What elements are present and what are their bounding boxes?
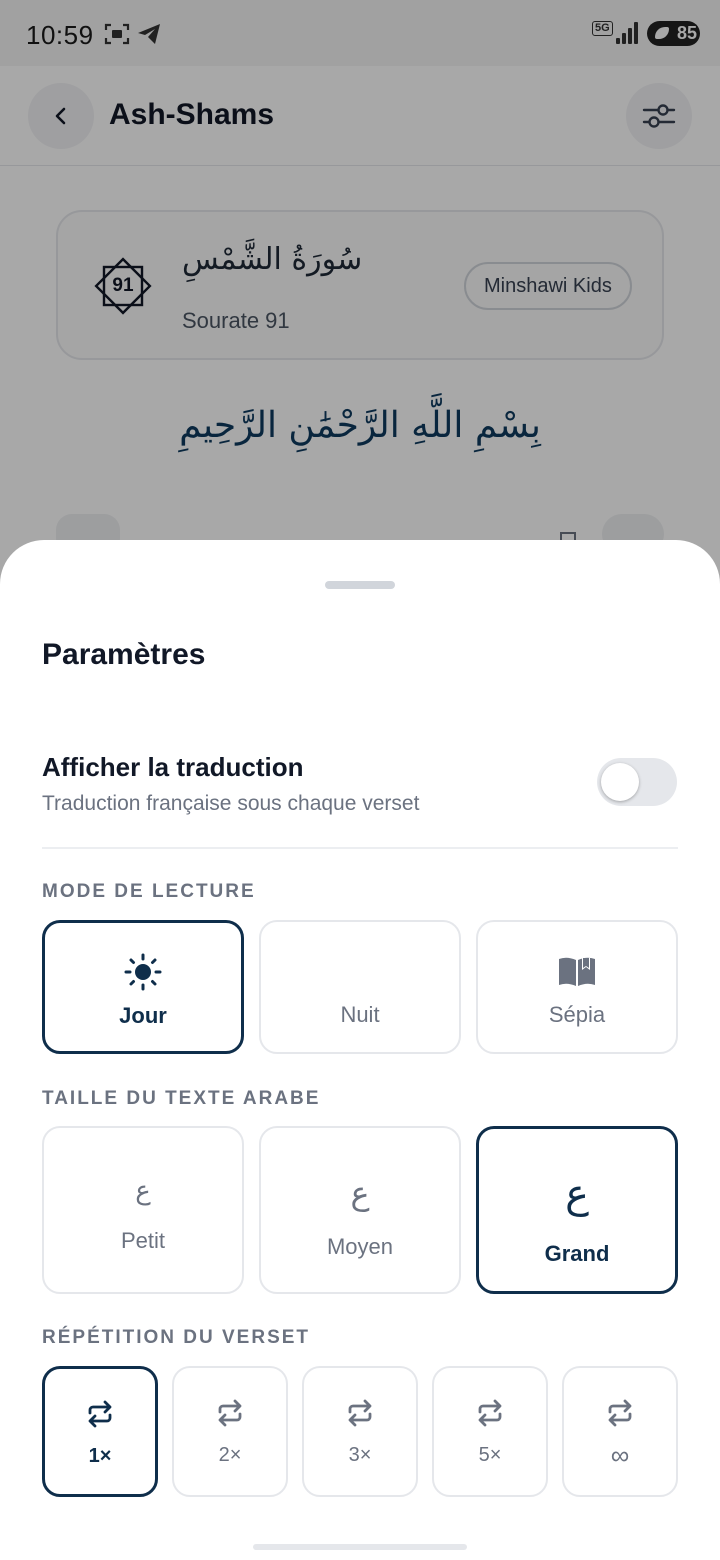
repeat-1x[interactable]: 1× xyxy=(42,1366,158,1497)
text-size-label-large: Grand xyxy=(544,1241,610,1266)
reading-mode-label-sepia: Sépia xyxy=(548,1002,606,1027)
repeat-label-2x: 2× xyxy=(218,1444,242,1466)
text-size-label-small: Petit xyxy=(120,1228,166,1253)
reading-mode-sepia[interactable]: Sépia xyxy=(476,920,678,1054)
text-size-label-medium: Moyen xyxy=(326,1234,394,1259)
reading-mode-label-day: Jour xyxy=(119,1003,167,1028)
arabic-glyph-small: ع xyxy=(135,1176,151,1206)
repeat-icon xyxy=(348,1399,372,1427)
arabic-glyph-large: ع xyxy=(565,1171,589,1217)
toggle-knob xyxy=(601,763,639,801)
home-indicator xyxy=(253,1544,467,1550)
book-icon xyxy=(559,957,595,986)
repeat-3x[interactable]: 3× xyxy=(302,1366,418,1497)
translation-toggle[interactable] xyxy=(597,758,677,806)
repeat-icon xyxy=(88,1400,112,1428)
settings-sheet: Paramètres Afficher la traduction Traduc… xyxy=(0,540,720,1560)
reading-mode-day[interactable]: Jour xyxy=(42,920,244,1054)
reading-mode-label-night: Nuit xyxy=(340,1002,380,1027)
text-size-medium[interactable]: ع Moyen xyxy=(259,1126,461,1294)
repeat-label-3x: 3× xyxy=(348,1444,372,1466)
text-size-small[interactable]: ع Petit xyxy=(42,1126,244,1294)
sheet-title: Paramètres xyxy=(42,638,206,671)
arabic-glyph-medium: ع xyxy=(350,1174,370,1212)
moon-icon xyxy=(349,955,364,985)
repeat-label-1x: 1× xyxy=(88,1445,112,1467)
repeat-5x[interactable]: 5× xyxy=(432,1366,548,1497)
translation-subtitle: Traduction française sous chaque verset xyxy=(42,792,420,815)
repeat-icon xyxy=(478,1399,502,1427)
repeat-icon xyxy=(608,1399,632,1427)
text-size-large[interactable]: ع Grand xyxy=(476,1126,678,1294)
text-size-label: TAILLE DU TEXTE ARABE xyxy=(42,1088,321,1109)
translation-title: Afficher la traduction xyxy=(42,752,304,782)
repeat-icon xyxy=(218,1399,242,1427)
reading-mode-night[interactable]: Nuit xyxy=(259,920,461,1054)
repeat-2x[interactable]: 2× xyxy=(172,1366,288,1497)
repeat-label: RÉPÉTITION DU VERSET xyxy=(42,1327,311,1348)
sun-icon xyxy=(124,953,162,991)
divider xyxy=(42,847,678,849)
repeat-label-5x: 5× xyxy=(478,1444,502,1466)
repeat-infinite[interactable]: ∞ xyxy=(562,1366,678,1497)
sheet-drag-handle[interactable] xyxy=(325,581,395,589)
reading-mode-label: MODE DE LECTURE xyxy=(42,881,256,902)
repeat-label-infinite: ∞ xyxy=(610,1440,630,1470)
